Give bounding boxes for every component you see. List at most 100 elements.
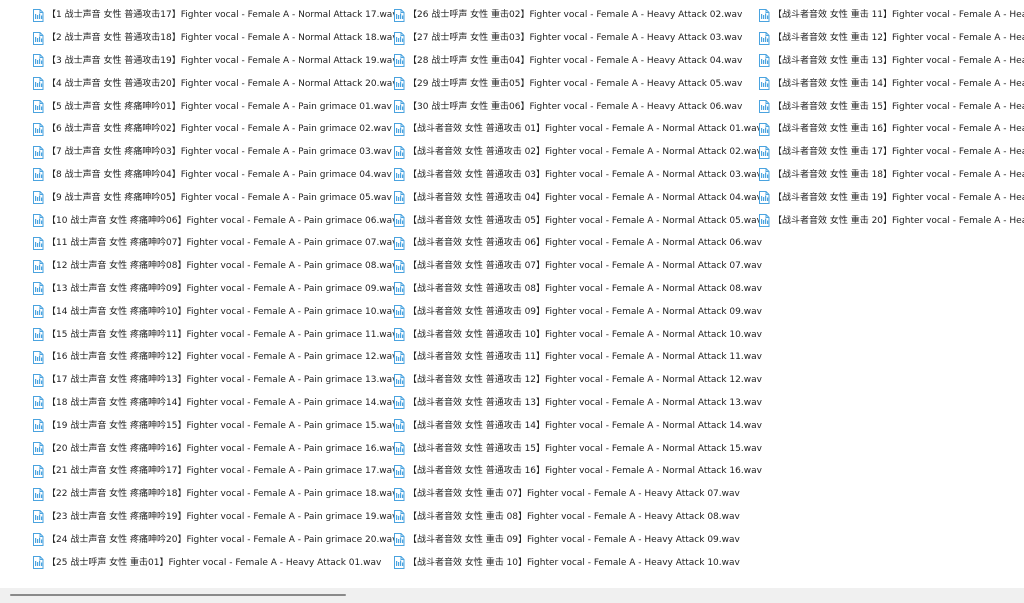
file-item[interactable]: 【战斗者音效 女性 重击 13】Fighter vocal - Female A… [756,50,1024,73]
file-item[interactable]: 【战斗者音效 女性 重击 09】Fighter vocal - Female A… [391,528,762,551]
file-item[interactable]: 【战斗者音效 女性 普通攻击 07】Fighter vocal - Female… [391,255,762,278]
wav-file-icon [32,510,44,524]
file-item[interactable]: 【战斗者音效 女性 重击 14】Fighter vocal - Female A… [756,72,1024,95]
file-item[interactable]: 【战斗者音效 女性 重击 07】Fighter vocal - Female A… [391,483,762,506]
file-item[interactable]: 【战斗者音效 女性 重击 16】Fighter vocal - Female A… [756,118,1024,141]
file-item[interactable]: 【18 战士声音 女性 疼痛呻吟14】Fighter vocal - Femal… [30,392,398,415]
file-item[interactable]: 【12 战士声音 女性 疼痛呻吟08】Fighter vocal - Femal… [30,255,398,278]
file-item[interactable]: 【24 战士声音 女性 疼痛呻吟20】Fighter vocal - Femal… [30,528,398,551]
file-name: 【30 战士呼声 女性 重击06】Fighter vocal - Female … [408,101,743,112]
file-item[interactable]: 【9 战士声音 女性 疼痛呻吟05】Fighter vocal - Female… [30,186,398,209]
file-item[interactable]: 【战斗者音效 女性 普通攻击 13】Fighter vocal - Female… [391,392,762,415]
file-column-3: 【战斗者音效 女性 重击 11】Fighter vocal - Female A… [756,4,1024,232]
file-name: 【战斗者音效 女性 普通攻击 14】Fighter vocal - Female… [408,420,762,431]
wav-file-icon [758,168,770,182]
file-name: 【战斗者音效 女性 重击 12】Fighter vocal - Female A… [773,33,1024,44]
file-name: 【24 战士声音 女性 疼痛呻吟20】Fighter vocal - Femal… [47,534,398,545]
wav-file-icon [758,214,770,228]
file-item[interactable]: 【11 战士声音 女性 疼痛呻吟07】Fighter vocal - Femal… [30,232,398,255]
file-name: 【战斗者音效 女性 重击 19】Fighter vocal - Female A… [773,192,1024,203]
file-item[interactable]: 【27 战士呼声 女性 重击03】Fighter vocal - Female … [391,27,762,50]
file-item[interactable]: 【战斗者音效 女性 普通攻击 04】Fighter vocal - Female… [391,186,762,209]
file-item[interactable]: 【战斗者音效 女性 重击 08】Fighter vocal - Female A… [391,506,762,529]
file-item[interactable]: 【战斗者音效 女性 普通攻击 10】Fighter vocal - Female… [391,323,762,346]
file-item[interactable]: 【17 战士声音 女性 疼痛呻吟13】Fighter vocal - Femal… [30,369,398,392]
wav-file-icon [393,419,405,433]
wav-file-icon [758,145,770,159]
file-name: 【27 战士呼声 女性 重击03】Fighter vocal - Female … [408,33,743,44]
file-item[interactable]: 【战斗者音效 女性 重击 18】Fighter vocal - Female A… [756,164,1024,187]
file-name: 【25 战士呼声 女性 重击01】Fighter vocal - Female … [47,557,382,568]
file-item[interactable]: 【14 战士声音 女性 疼痛呻吟10】Fighter vocal - Femal… [30,300,398,323]
file-item[interactable]: 【战斗者音效 女性 普通攻击 01】Fighter vocal - Female… [391,118,762,141]
file-item[interactable]: 【1 战士声音 女性 普通攻击17】Fighter vocal - Female… [30,4,398,27]
file-name: 【23 战士声音 女性 疼痛呻吟19】Fighter vocal - Femal… [47,511,398,522]
wav-file-icon [393,510,405,524]
file-item[interactable]: 【28 战士呼声 女性 重击04】Fighter vocal - Female … [391,50,762,73]
file-item[interactable]: 【5 战士声音 女性 疼痛呻吟01】Fighter vocal - Female… [30,95,398,118]
file-item[interactable]: 【战斗者音效 女性 普通攻击 09】Fighter vocal - Female… [391,300,762,323]
file-item[interactable]: 【21 战士声音 女性 疼痛呻吟17】Fighter vocal - Femal… [30,460,398,483]
file-item[interactable]: 【8 战士声音 女性 疼痛呻吟04】Fighter vocal - Female… [30,164,398,187]
wav-file-icon [32,556,44,570]
file-item[interactable]: 【23 战士声音 女性 疼痛呻吟19】Fighter vocal - Femal… [30,506,398,529]
wav-file-icon [32,100,44,114]
file-item[interactable]: 【战斗者音效 女性 普通攻击 11】Fighter vocal - Female… [391,346,762,369]
file-item[interactable]: 【战斗者音效 女性 普通攻击 02】Fighter vocal - Female… [391,141,762,164]
file-item[interactable]: 【26 战士呼声 女性 重击02】Fighter vocal - Female … [391,4,762,27]
file-item[interactable]: 【战斗者音效 女性 重击 12】Fighter vocal - Female A… [756,27,1024,50]
file-item[interactable]: 【战斗者音效 女性 普通攻击 14】Fighter vocal - Female… [391,414,762,437]
file-item[interactable]: 【29 战士呼声 女性 重击05】Fighter vocal - Female … [391,72,762,95]
file-item[interactable]: 【战斗者音效 女性 重击 20】Fighter vocal - Female A… [756,209,1024,232]
wav-file-icon [393,145,405,159]
file-item[interactable]: 【战斗者音效 女性 重击 15】Fighter vocal - Female A… [756,95,1024,118]
wav-file-icon [393,168,405,182]
file-name: 【5 战士声音 女性 疼痛呻吟01】Fighter vocal - Female… [47,101,392,112]
horizontal-scrollbar[interactable] [0,588,1024,603]
wav-file-icon [393,350,405,364]
file-item[interactable]: 【6 战士声音 女性 疼痛呻吟02】Fighter vocal - Female… [30,118,398,141]
file-item[interactable]: 【战斗者音效 女性 重击 11】Fighter vocal - Female A… [756,4,1024,27]
file-item[interactable]: 【战斗者音效 女性 普通攻击 05】Fighter vocal - Female… [391,209,762,232]
wav-file-icon [393,442,405,456]
wav-file-icon [32,533,44,547]
file-item[interactable]: 【16 战士声音 女性 疼痛呻吟12】Fighter vocal - Femal… [30,346,398,369]
file-name: 【战斗者音效 女性 普通攻击 15】Fighter vocal - Female… [408,443,762,454]
wav-file-icon [758,54,770,68]
scrollbar-thumb[interactable] [10,594,346,596]
wav-file-icon [32,328,44,342]
file-item[interactable]: 【30 战士呼声 女性 重击06】Fighter vocal - Female … [391,95,762,118]
file-item[interactable]: 【4 战士声音 女性 普通攻击20】Fighter vocal - Female… [30,72,398,95]
wav-file-icon [758,100,770,114]
file-item[interactable]: 【25 战士呼声 女性 重击01】Fighter vocal - Female … [30,551,398,574]
wav-file-icon [32,31,44,45]
file-item[interactable]: 【战斗者音效 女性 普通攻击 08】Fighter vocal - Female… [391,278,762,301]
file-item[interactable]: 【7 战士声音 女性 疼痛呻吟03】Fighter vocal - Female… [30,141,398,164]
file-item[interactable]: 【19 战士声音 女性 疼痛呻吟15】Fighter vocal - Femal… [30,414,398,437]
file-name: 【14 战士声音 女性 疼痛呻吟10】Fighter vocal - Femal… [47,306,398,317]
wav-file-icon [393,214,405,228]
file-item[interactable]: 【10 战士声音 女性 疼痛呻吟06】Fighter vocal - Femal… [30,209,398,232]
file-item[interactable]: 【战斗者音效 女性 普通攻击 06】Fighter vocal - Female… [391,232,762,255]
file-item[interactable]: 【3 战士声音 女性 普通攻击19】Fighter vocal - Female… [30,50,398,73]
file-item[interactable]: 【20 战士声音 女性 疼痛呻吟16】Fighter vocal - Femal… [30,437,398,460]
file-item[interactable]: 【战斗者音效 女性 重击 19】Fighter vocal - Female A… [756,186,1024,209]
file-item[interactable]: 【战斗者音效 女性 普通攻击 03】Fighter vocal - Female… [391,164,762,187]
file-item[interactable]: 【战斗者音效 女性 普通攻击 12】Fighter vocal - Female… [391,369,762,392]
file-item[interactable]: 【战斗者音效 女性 重击 10】Fighter vocal - Female A… [391,551,762,574]
wav-file-icon [393,464,405,478]
wav-file-icon [393,191,405,205]
file-name: 【战斗者音效 女性 普通攻击 01】Fighter vocal - Female… [408,124,762,135]
file-name: 【战斗者音效 女性 普通攻击 03】Fighter vocal - Female… [408,169,762,180]
file-item[interactable]: 【2 战士声音 女性 普通攻击18】Fighter vocal - Female… [30,27,398,50]
file-item[interactable]: 【13 战士声音 女性 疼痛呻吟09】Fighter vocal - Femal… [30,278,398,301]
file-item[interactable]: 【15 战士声音 女性 疼痛呻吟11】Fighter vocal - Femal… [30,323,398,346]
file-item[interactable]: 【战斗者音效 女性 普通攻击 16】Fighter vocal - Female… [391,460,762,483]
file-item[interactable]: 【战斗者音效 女性 普通攻击 15】Fighter vocal - Female… [391,437,762,460]
file-item[interactable]: 【22 战士声音 女性 疼痛呻吟18】Fighter vocal - Femal… [30,483,398,506]
file-item[interactable]: 【战斗者音效 女性 重击 17】Fighter vocal - Female A… [756,141,1024,164]
file-name: 【战斗者音效 女性 重击 15】Fighter vocal - Female A… [773,101,1024,112]
wav-file-icon [393,487,405,501]
file-name: 【战斗者音效 女性 普通攻击 13】Fighter vocal - Female… [408,397,762,408]
file-name: 【12 战士声音 女性 疼痛呻吟08】Fighter vocal - Femal… [47,261,398,272]
